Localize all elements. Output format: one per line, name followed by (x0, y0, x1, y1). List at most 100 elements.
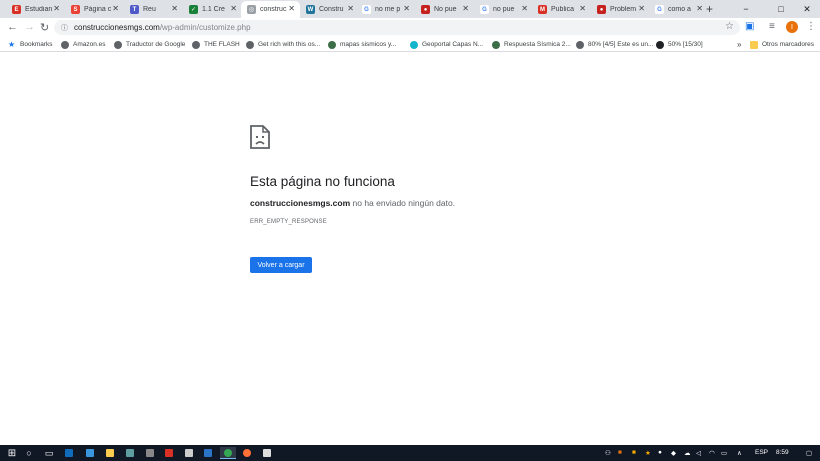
bookmark-favicon-icon (61, 40, 69, 49)
bookmark-item[interactable]: Amazon.es (61, 39, 106, 50)
menu-dots-icon[interactable]: ⋮ (806, 21, 816, 32)
tab-favicon-icon: ✓ (189, 5, 198, 14)
folder-icon (750, 40, 758, 49)
error-host: construccionesmgs.com (250, 198, 351, 208)
error-code: ERR_EMPTY_RESPONSE (250, 219, 327, 225)
reload-button[interactable]: Volver a cargar (250, 257, 312, 273)
notifications-icon[interactable]: ▢ (806, 449, 812, 457)
bookmark-favicon-icon (576, 40, 584, 49)
tray-app-icon[interactable]: ■ (618, 449, 622, 456)
browser-tab[interactable]: W Constru ✕ (300, 1, 359, 18)
reload-icon[interactable]: ↻ (40, 21, 49, 34)
bookmark-item[interactable]: Traductor de Google (114, 39, 185, 50)
language-indicator[interactable]: ESP (755, 449, 768, 456)
people-icon[interactable]: ⚇ (605, 449, 611, 457)
forward-arrow-icon[interactable]: → (24, 21, 35, 33)
browser-tab[interactable]: S Página c ✕ (65, 1, 124, 18)
app-icon[interactable] (202, 447, 214, 459)
tab-close-icon[interactable]: ✕ (462, 4, 469, 13)
browser-tab[interactable]: E Estudian ✕ (6, 1, 65, 18)
bookmark-favicon-icon (246, 40, 254, 49)
bookmark-star-icon[interactable]: ☆ (725, 21, 734, 32)
tab-close-icon[interactable]: ✕ (521, 4, 528, 13)
tab-close-icon[interactable]: ✕ (288, 4, 295, 13)
chrome-taskbar-icon[interactable] (220, 447, 236, 459)
bookmark-favicon-icon (114, 40, 122, 49)
tab-favicon-icon: ● (421, 5, 430, 14)
browser-tab[interactable]: Gno me p ✕ (356, 1, 415, 18)
browser-tab[interactable]: ● Problem ✕ (591, 1, 650, 18)
info-icon[interactable]: ⓘ (61, 23, 68, 33)
tab-close-icon[interactable]: ✕ (403, 4, 410, 13)
file-explorer-icon[interactable] (104, 447, 116, 459)
acrobat-icon[interactable] (163, 447, 175, 459)
mail-icon[interactable] (84, 447, 96, 459)
bookmark-item[interactable]: ★ Bookmarks (8, 39, 53, 50)
bookmark-item[interactable]: Get rich with this os... (246, 39, 320, 50)
store-icon[interactable] (124, 447, 136, 459)
address-bar[interactable]: ⓘ construccionesmgs.com/wp-admin/customi… (54, 20, 740, 35)
bookmark-item[interactable]: THE FLASH (192, 39, 240, 50)
tab-close-icon[interactable]: ✕ (347, 4, 354, 13)
task-view-icon[interactable]: ▭ (43, 447, 55, 459)
bookmark-label: THE FLASH (204, 41, 240, 48)
tray-app-icon[interactable]: ■ (632, 449, 636, 456)
tray-app-icon[interactable]: ● (658, 449, 662, 456)
close-window-button[interactable]: ✕ (792, 0, 820, 18)
bookmark-label: Traductor de Google (126, 41, 186, 48)
sad-document-icon (250, 125, 270, 149)
cloud-icon[interactable]: ☁ (684, 449, 691, 457)
browser-tab[interactable]: ✓ 1.1 Cre ✕ (183, 1, 242, 18)
minimize-button[interactable]: − (731, 0, 761, 18)
tab-close-icon[interactable]: ✕ (638, 4, 645, 13)
tab-close-icon[interactable]: ✕ (171, 4, 178, 13)
tab-strip: + − □ ✕ E Estudian ✕ S Página c ✕ T Reu ✕ ✓ 1.1 Cr… (0, 0, 820, 18)
error-message: no ha enviado ningún dato. (350, 198, 456, 208)
browser-tab[interactable]: Gcomo a ✕ (649, 1, 708, 18)
bookmark-item[interactable]: mapas sismicos y... (328, 39, 396, 50)
error-title: Esta página no funciona (250, 174, 395, 189)
tab-close-icon[interactable]: ✕ (579, 4, 586, 13)
other-bookmarks[interactable]: Otros marcadores (750, 39, 814, 50)
taskbar: ⊞ ○ ▭ ⚇ ■ ■ ★ ● ◆ ☁ ◁ ◠ ▭ ∧ ESP 8:59 ▢ (0, 445, 820, 461)
tray-app-icon[interactable]: ◆ (671, 449, 676, 457)
bookmark-item[interactable]: 80% [4/5] Este es un... (576, 39, 653, 50)
tray-app-icon[interactable]: ★ (645, 449, 651, 457)
app-icon[interactable] (261, 447, 273, 459)
firefox-icon[interactable] (241, 447, 253, 459)
bookmark-label: mapas sismicos y... (340, 41, 397, 48)
bookmark-item[interactable]: 50% [15/30] (656, 39, 703, 50)
volume-icon[interactable]: ◁ (696, 449, 701, 457)
app-icon[interactable] (144, 447, 156, 459)
monitor-icon[interactable]: ▭ (721, 449, 727, 457)
app-icon[interactable] (183, 447, 195, 459)
error-page: Esta página no funciona construccionesmg… (0, 52, 820, 445)
bookmark-favicon-icon (192, 40, 200, 49)
windows-start-icon[interactable]: ⊞ (6, 447, 18, 459)
bookmark-item[interactable]: Geoportal Capas N... (410, 39, 483, 50)
tab-close-icon[interactable]: ✕ (696, 4, 703, 13)
reading-list-icon[interactable]: ≡ (769, 21, 775, 32)
tab-close-icon[interactable]: ✕ (230, 4, 237, 13)
wifi-icon[interactable]: ◠ (709, 449, 715, 457)
back-arrow-icon[interactable]: ← (7, 21, 18, 33)
bookmark-favicon-icon (410, 40, 418, 49)
bookmark-label: Bookmarks (20, 41, 53, 48)
outlook-icon[interactable] (63, 447, 75, 459)
browser-tab[interactable]: ◎ construc ✕ (241, 1, 300, 18)
bookmark-favicon-icon (492, 40, 500, 49)
bookmark-item[interactable]: Respuesta Sísmica 2... (492, 39, 571, 50)
bookmarks-overflow-icon[interactable]: » (737, 39, 741, 50)
profile-avatar[interactable]: I (786, 21, 798, 33)
browser-tab[interactable]: ● No pue ✕ (415, 1, 474, 18)
search-icon[interactable]: ○ (23, 447, 35, 459)
browser-tab[interactable]: T Reu ✕ (124, 1, 183, 18)
browser-tab[interactable]: Gno pue ✕ (474, 1, 533, 18)
browser-tab[interactable]: M Publica ✕ (532, 1, 591, 18)
translate-icon[interactable]: ▣ (745, 21, 754, 32)
clock[interactable]: 8:59 (776, 449, 789, 456)
chevron-up-icon[interactable]: ∧ (737, 449, 742, 457)
tab-close-icon[interactable]: ✕ (53, 4, 60, 13)
tab-close-icon[interactable]: ✕ (112, 4, 119, 13)
star-icon: ★ (8, 40, 16, 49)
